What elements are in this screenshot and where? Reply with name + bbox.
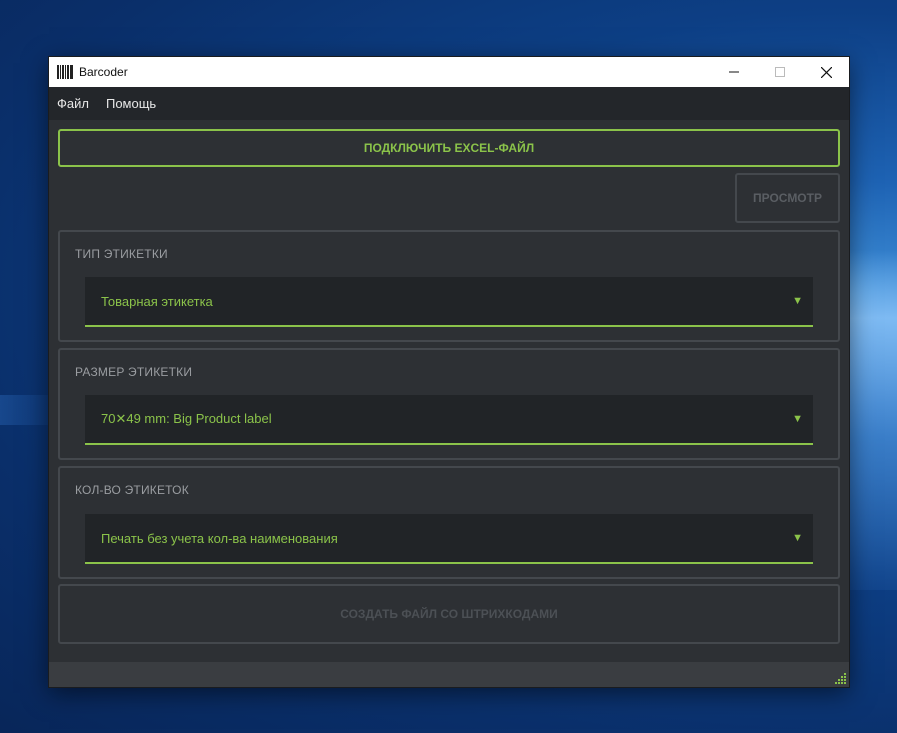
status-bar [49, 662, 849, 687]
label-type-select[interactable]: Товарная этикетка ▼ [85, 277, 813, 327]
maximize-icon [775, 67, 785, 77]
label-size-group: РАЗМЕР ЭТИКЕТКИ 70✕49 mm: Big Product la… [58, 348, 840, 460]
barcode-icon [57, 65, 73, 79]
main-content: ПОДКЛЮЧИТЬ EXCEL-ФАЙЛ ПРОСМОТР ТИП ЭТИКЕ… [49, 120, 849, 662]
label-count-title: КОЛ-ВО ЭТИКЕТОК [75, 483, 189, 497]
minimize-icon [729, 71, 739, 73]
app-window: Barcoder Файл Помощь ПОДКЛЮЧИТЬ EXCEL-ФА… [49, 57, 849, 687]
label-size-select[interactable]: 70✕49 mm: Big Product label ▼ [85, 395, 813, 445]
dropdown-arrow-icon: ▼ [792, 532, 803, 544]
label-count-select[interactable]: Печать без учета кол-ва наименования ▼ [85, 514, 813, 564]
label-count-value: Печать без учета кол-ва наименования [101, 530, 338, 546]
dropdown-arrow-icon: ▼ [792, 413, 803, 425]
label-count-group: КОЛ-ВО ЭТИКЕТОК Печать без учета кол-ва … [58, 466, 840, 579]
title-bar[interactable]: Barcoder [49, 57, 849, 87]
label-size-value: 70✕49 mm: Big Product label [101, 411, 272, 426]
label-type-title: ТИП ЭТИКЕТКИ [75, 247, 168, 261]
label-type-group: ТИП ЭТИКЕТКИ Товарная этикетка ▼ [58, 230, 840, 342]
connect-excel-button[interactable]: ПОДКЛЮЧИТЬ EXCEL-ФАЙЛ [58, 129, 840, 167]
label-type-value: Товарная этикетка [101, 293, 213, 309]
dropdown-arrow-icon: ▼ [792, 295, 803, 307]
menu-help[interactable]: Помощь [106, 96, 156, 111]
close-icon [820, 66, 832, 78]
maximize-button[interactable] [757, 57, 803, 87]
minimize-button[interactable] [711, 57, 757, 87]
preview-button[interactable]: ПРОСМОТР [735, 173, 840, 223]
create-barcode-file-button[interactable]: СОЗДАТЬ ФАЙЛ СО ШТРИХКОДАМИ [58, 584, 840, 644]
close-button[interactable] [803, 57, 849, 87]
resize-grip-icon[interactable] [833, 671, 847, 685]
window-title: Barcoder [79, 65, 128, 79]
label-size-title: РАЗМЕР ЭТИКЕТКИ [75, 365, 193, 379]
menu-bar: Файл Помощь [49, 87, 849, 120]
menu-file[interactable]: Файл [57, 96, 89, 111]
